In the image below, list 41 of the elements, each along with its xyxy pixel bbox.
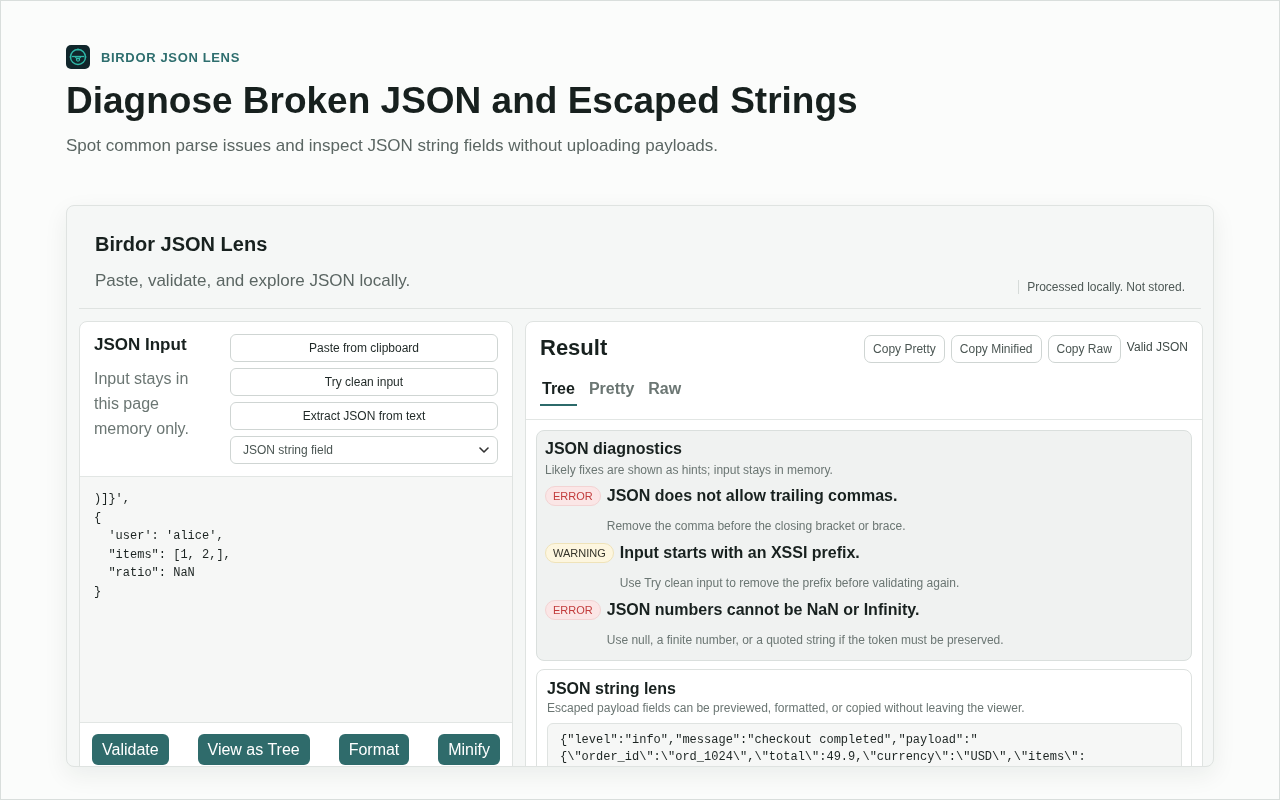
- logo-icon: [66, 45, 90, 69]
- panel-title: JSON Input: [94, 334, 187, 356]
- page-title: Diagnose Broken JSON and Escaped Strings: [66, 79, 858, 123]
- json-input-field[interactable]: )]}', { 'user': 'alice', "items": [1, 2,], "ratio": NaN }: [80, 477, 512, 722]
- panel-title: Result: [540, 335, 608, 361]
- section-hint: Likely fixes are shown as hints; input stays in memory.: [545, 462, 833, 478]
- section-title: JSON diagnostics: [545, 439, 682, 459]
- diagnostic-message: JSON does not allow trailing commas.: [606, 486, 898, 506]
- panel-description: Input stays in this page memory only.: [94, 369, 190, 439]
- diagnostic-hint: Use null, a finite number, or a quoted string if the token must be preserved.: [606, 632, 1004, 648]
- page-subtitle: Spot common parse issues and inspect JSON string fields without uploading payloads.: [66, 135, 719, 157]
- action-button[interactable]: Paste from clipboard: [230, 334, 498, 362]
- action-button[interactable]: Minify: [438, 734, 500, 765]
- app-title: Birdor JSON Lens: [95, 232, 268, 256]
- section-hint: Escaped payload fields can be previewed, formatted, or copied without leaving the viewer.: [547, 700, 1025, 716]
- brand-name: BIRDOR JSON LENS: [101, 49, 240, 65]
- app-subtitle: Paste, validate, and explore JSON locally.: [95, 270, 411, 292]
- copy-button[interactable]: Copy Pretty: [864, 335, 945, 363]
- chevron-down-icon: [479, 447, 489, 453]
- code-block: {"level":"info","message":"checkout completed","payload":" {\"order_id\":\"ord_1024\",\"total\":49.9,\"currency\":\"USD\",\"items\":: [547, 723, 1182, 766]
- view-tab[interactable]: Pretty: [586, 380, 637, 406]
- copy-button[interactable]: Copy Minified: [950, 335, 1042, 363]
- diagnostic-message: Input starts with an XSSI prefix.: [619, 543, 860, 563]
- copy-button[interactable]: Copy Raw: [1047, 335, 1121, 363]
- diagnostic-message: JSON numbers cannot be NaN or Infinity.: [606, 600, 920, 620]
- action-button[interactable]: Validate: [92, 734, 169, 765]
- view-tab[interactable]: Raw: [646, 380, 684, 406]
- severity-badge: ERROR: [545, 600, 601, 620]
- action-button[interactable]: View as Tree: [197, 734, 310, 765]
- action-button[interactable]: Try clean input: [230, 368, 498, 396]
- severity-badge: WARNING: [545, 543, 614, 563]
- section-title: JSON string lens: [547, 679, 676, 699]
- view-tab[interactable]: Tree: [540, 380, 577, 406]
- diagnostic-hint: Remove the comma before the closing bracket or brace.: [606, 518, 906, 534]
- severity-badge: ERROR: [545, 486, 601, 506]
- action-button[interactable]: Extract JSON from text: [230, 402, 498, 430]
- mode-select[interactable]: JSON string field: [230, 436, 498, 464]
- action-button[interactable]: Format: [338, 734, 410, 765]
- diagnostic-hint: Use Try clean input to remove the prefix before validating again.: [619, 575, 960, 591]
- privacy-note: Processed locally. Not stored.: [1018, 280, 1185, 294]
- validation-status: Valid JSON: [1126, 340, 1188, 354]
